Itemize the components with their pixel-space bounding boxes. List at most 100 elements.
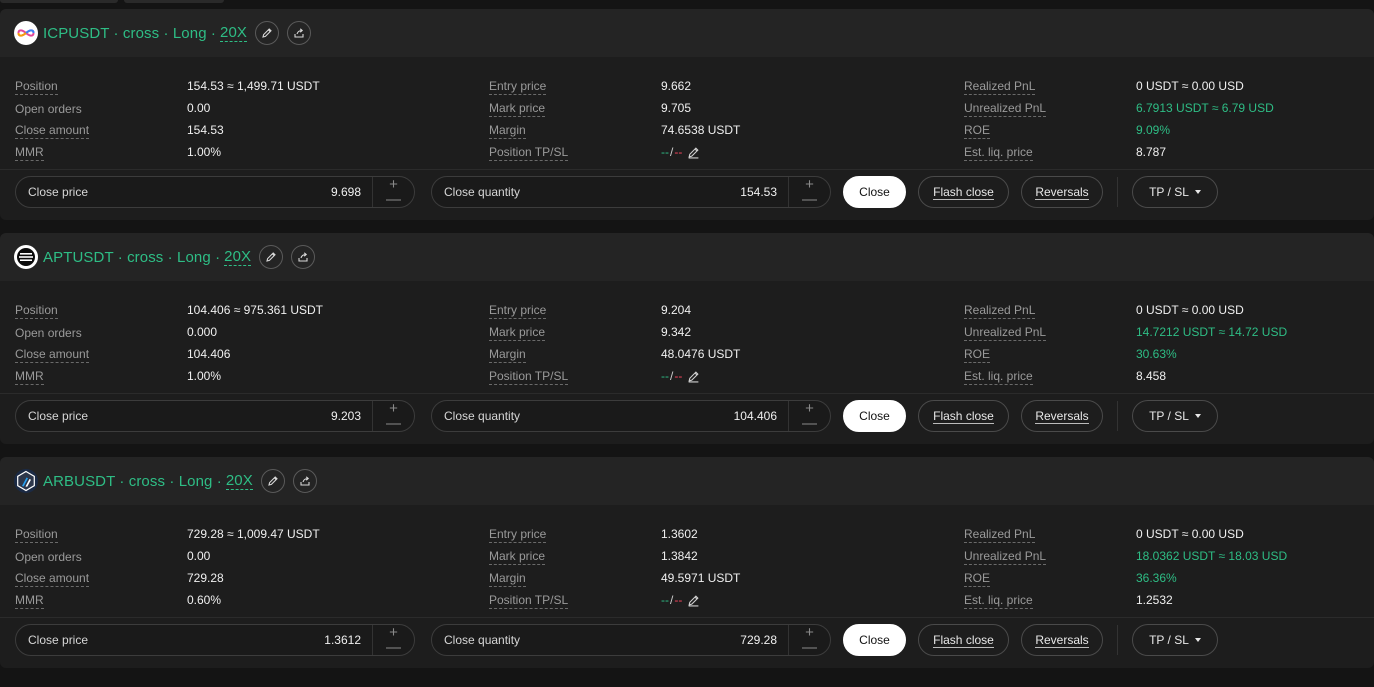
close-price-input[interactable]: Close price 1.3612 + —: [15, 624, 415, 656]
close-price-input[interactable]: Close price 9.203 + —: [15, 400, 415, 432]
decrement-button[interactable]: —: [789, 191, 830, 208]
mark-price-label: Mark price: [489, 549, 546, 565]
position-title: APTUSDT · cross · Long · 20X: [43, 248, 252, 266]
flash-close-button[interactable]: Flash close: [918, 400, 1009, 432]
decrement-button[interactable]: —: [789, 415, 830, 432]
close-quantity-stepper: + —: [788, 624, 830, 656]
flash-close-button[interactable]: Flash close: [918, 176, 1009, 208]
tpsl-dropdown-button[interactable]: TP / SL: [1132, 624, 1218, 656]
tpsl-dropdown-button[interactable]: TP / SL: [1132, 400, 1218, 432]
mmr-label: MMR: [15, 369, 44, 385]
entry-price-label: Entry price: [489, 527, 547, 543]
close-button-label: Close: [859, 409, 890, 423]
close-quantity-value[interactable]: 729.28: [740, 633, 777, 647]
margin-label: Margin: [489, 571, 526, 587]
margin-value: 48.0476 USDT: [661, 347, 741, 361]
roe-value: 9.09%: [1136, 123, 1171, 137]
roe-label: ROE: [964, 347, 991, 363]
open-orders-label: Open orders: [15, 550, 82, 564]
reversals-label: Reversals: [1035, 408, 1089, 424]
close-price-value[interactable]: 9.203: [331, 409, 361, 423]
close-quantity-input[interactable]: Close quantity 729.28 + —: [431, 624, 831, 656]
icp-coin-icon: [14, 21, 38, 45]
share-button[interactable]: [292, 469, 317, 493]
mark-price-label: Mark price: [489, 101, 546, 117]
leverage-link[interactable]: 20X: [220, 24, 247, 42]
decrement-button[interactable]: —: [373, 415, 414, 432]
position-label: Position: [15, 527, 58, 543]
close-quantity-input[interactable]: Close quantity 104.406 + —: [431, 400, 831, 432]
unrealized-pnl-label: Unrealized PnL: [964, 549, 1047, 565]
top-tab-indicator: [124, 0, 224, 3]
close-price-stepper: + —: [372, 624, 414, 656]
increment-button[interactable]: +: [373, 400, 414, 417]
mmr-value: 1.00%: [187, 145, 222, 159]
est-liq-price-label: Est. liq. price: [964, 369, 1033, 385]
mark-price-value: 1.3842: [661, 549, 698, 563]
decrement-button[interactable]: —: [789, 639, 830, 656]
mmr-label: MMR: [15, 593, 44, 609]
position-details: Position 729.28 ≈ 1,009.47 USDT Open ord…: [0, 515, 1374, 618]
reversals-button[interactable]: Reversals: [1021, 624, 1103, 656]
decrement-button[interactable]: —: [373, 639, 414, 656]
close-price-value[interactable]: 1.3612: [324, 633, 361, 647]
realized-pnl-value: 0 USDT ≈ 0.00 USD: [1136, 79, 1244, 93]
entry-price-value: 1.3602: [661, 527, 698, 541]
edit-button[interactable]: [260, 469, 285, 493]
entry-price-value: 9.662: [661, 79, 692, 93]
close-amount-label: Close amount: [15, 347, 90, 363]
close-button-label: Close: [859, 633, 890, 647]
close-button[interactable]: Close: [843, 624, 906, 656]
close-amount-label: Close amount: [15, 571, 90, 587]
increment-button[interactable]: +: [789, 624, 830, 641]
row-divider: [0, 617, 1374, 618]
roe-label: ROE: [964, 123, 991, 139]
close-button[interactable]: Close: [843, 400, 906, 432]
close-quantity-value[interactable]: 154.53: [740, 185, 777, 199]
edit-tpsl-icon[interactable]: [687, 146, 700, 159]
close-price-value[interactable]: 9.698: [331, 185, 361, 199]
position-value: 104.406 ≈ 975.361 USDT: [187, 303, 324, 317]
edit-button[interactable]: [259, 245, 284, 269]
increment-button[interactable]: +: [789, 176, 830, 193]
position-value: 154.53 ≈ 1,499.71 USDT: [187, 79, 320, 93]
reversals-button[interactable]: Reversals: [1021, 176, 1103, 208]
mark-price-value: 9.705: [661, 101, 692, 115]
flash-close-button[interactable]: Flash close: [918, 624, 1009, 656]
edit-button[interactable]: [255, 21, 279, 45]
symbol-label: ARBUSDT · cross · Long ·: [43, 472, 222, 490]
leverage-link[interactable]: 20X: [224, 248, 252, 266]
tpsl-dropdown-button[interactable]: TP / SL: [1132, 176, 1218, 208]
entry-price-label: Entry price: [489, 303, 547, 319]
roe-value: 36.36%: [1136, 571, 1177, 585]
decrement-button[interactable]: —: [373, 191, 414, 208]
increment-button[interactable]: +: [373, 176, 414, 193]
position-tpsl-label: Position TP/SL: [489, 145, 569, 161]
button-separator: [1117, 177, 1118, 207]
reversals-button[interactable]: Reversals: [1021, 400, 1103, 432]
increment-button[interactable]: +: [373, 624, 414, 641]
leverage-link[interactable]: 20X: [225, 472, 253, 490]
sl-value: --: [674, 369, 683, 383]
position-tpsl-label: Position TP/SL: [489, 369, 569, 385]
edit-tpsl-icon[interactable]: [687, 594, 700, 607]
position-card: APTUSDT · cross · Long · 20X Position 10…: [0, 233, 1374, 444]
open-orders-label: Open orders: [15, 102, 82, 116]
unrealized-pnl-label: Unrealized PnL: [964, 325, 1047, 341]
close-price-label: Close price: [28, 409, 89, 423]
sl-value: --: [674, 145, 683, 159]
close-quantity-input[interactable]: Close quantity 154.53 + —: [431, 176, 831, 208]
share-button[interactable]: [291, 245, 316, 269]
close-button[interactable]: Close: [843, 176, 906, 208]
close-button-label: Close: [859, 185, 890, 199]
edit-tpsl-icon[interactable]: [687, 370, 700, 383]
mark-price-label: Mark price: [489, 325, 546, 341]
position-tpsl-value: -- / --: [661, 368, 700, 384]
close-quantity-value[interactable]: 104.406: [734, 409, 777, 423]
close-price-input[interactable]: Close price 9.698 + —: [15, 176, 415, 208]
share-button[interactable]: [287, 21, 311, 45]
position-details: Position 104.406 ≈ 975.361 USDT Open ord…: [0, 291, 1374, 394]
unrealized-pnl-value: 6.7913 USDT ≈ 6.79 USD: [1136, 101, 1274, 115]
caret-down-icon: [1194, 414, 1201, 418]
increment-button[interactable]: +: [789, 400, 830, 417]
